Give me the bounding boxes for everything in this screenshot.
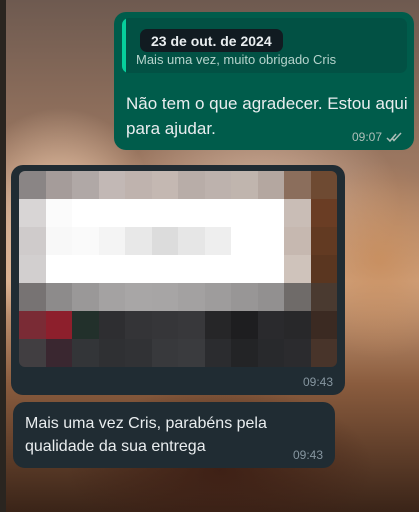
image-pixel-block xyxy=(178,339,205,367)
image-pixel-block xyxy=(231,283,258,311)
image-pixel-block xyxy=(45,199,72,227)
image-pixel-block xyxy=(45,171,72,199)
incoming-message-bubble[interactable]: Mais uma vez Cris, parabéns pela qualida… xyxy=(13,402,335,468)
image-pixel-block xyxy=(19,311,46,339)
incoming-image-bubble[interactable]: 09:43 xyxy=(11,165,345,395)
window-edge xyxy=(0,0,6,512)
message-time: 09:43 xyxy=(292,448,323,462)
image-pixel-block xyxy=(257,283,284,311)
image-pixel-block xyxy=(257,227,284,255)
image-pixel-block xyxy=(72,199,99,227)
image-pixel-block xyxy=(310,311,337,339)
image-pixel-block xyxy=(231,199,258,227)
image-pixel-block xyxy=(19,255,46,283)
image-pixel-block xyxy=(310,339,337,367)
image-pixel-block xyxy=(284,283,311,311)
image-pixel-block xyxy=(125,171,152,199)
image-pixel-block xyxy=(178,171,205,199)
image-pixel-block xyxy=(310,199,337,227)
image-pixel-block xyxy=(19,171,46,199)
image-pixel-block xyxy=(284,339,311,367)
image-pixel-block xyxy=(19,283,46,311)
image-pixel-block xyxy=(151,283,178,311)
image-pixel-block xyxy=(45,283,72,311)
image-pixel-block xyxy=(98,339,125,367)
image-pixel-block xyxy=(178,227,205,255)
image-pixel-block xyxy=(178,199,205,227)
image-pixel-block xyxy=(284,199,311,227)
image-pixel-block xyxy=(125,339,152,367)
image-pixel-block xyxy=(151,171,178,199)
image-pixel-block xyxy=(98,311,125,339)
image-pixel-block xyxy=(151,227,178,255)
image-pixel-block xyxy=(178,311,205,339)
image-pixel-block xyxy=(45,227,72,255)
image-pixel-block xyxy=(284,227,311,255)
image-pixel-block xyxy=(45,255,72,283)
message-meta: 09:43 xyxy=(303,375,333,389)
image-pixel-block xyxy=(125,255,152,283)
image-pixel-block xyxy=(257,255,284,283)
image-pixel-block xyxy=(72,255,99,283)
image-pixel-block xyxy=(72,227,99,255)
image-pixel-block xyxy=(204,199,231,227)
read-ticks-icon xyxy=(386,131,402,142)
image-pixel-block xyxy=(98,171,125,199)
image-pixel-block xyxy=(45,311,72,339)
message-meta: 09:43 xyxy=(293,448,323,462)
image-pixel-block xyxy=(125,199,152,227)
message-time: 09:07 xyxy=(351,130,382,144)
image-pixel-block xyxy=(284,255,311,283)
image-pixel-block xyxy=(151,199,178,227)
image-pixel-block xyxy=(204,255,231,283)
message-meta: 09:07 xyxy=(352,130,402,144)
image-pixel-block xyxy=(310,227,337,255)
image-pixel-block xyxy=(72,339,99,367)
image-pixel-block xyxy=(151,311,178,339)
image-pixel-block xyxy=(98,283,125,311)
image-pixel-block xyxy=(19,339,46,367)
image-pixel-block xyxy=(98,227,125,255)
image-pixel-block xyxy=(204,171,231,199)
image-pixel-block xyxy=(310,283,337,311)
image-pixel-block xyxy=(125,283,152,311)
image-pixel-block xyxy=(204,227,231,255)
image-pixel-block xyxy=(204,339,231,367)
image-pixel-block xyxy=(257,171,284,199)
image-pixel-block xyxy=(45,339,72,367)
image-pixel-block xyxy=(98,255,125,283)
image-pixel-block xyxy=(257,311,284,339)
image-pixel-block xyxy=(178,255,205,283)
image-pixel-block xyxy=(72,283,99,311)
quoted-message-text: Mais uma vez, muito obrigado Cris xyxy=(136,52,337,67)
pixelated-image[interactable] xyxy=(19,171,337,367)
image-pixel-block xyxy=(72,311,99,339)
date-separator: 23 de out. de 2024 xyxy=(140,29,283,52)
image-pixel-block xyxy=(98,199,125,227)
image-pixel-block xyxy=(310,171,337,199)
image-pixel-block xyxy=(178,283,205,311)
image-pixel-block xyxy=(151,339,178,367)
message-time: 09:43 xyxy=(302,375,333,389)
image-pixel-block xyxy=(204,283,231,311)
image-pixel-block xyxy=(151,255,178,283)
quote-accent-bar xyxy=(122,18,126,73)
image-pixel-block xyxy=(257,199,284,227)
message-text: Mais uma vez Cris, parabéns pela qualida… xyxy=(25,415,267,455)
image-pixel-block xyxy=(19,199,46,227)
image-pixel-block xyxy=(231,255,258,283)
image-pixel-block xyxy=(19,227,46,255)
image-pixel-block xyxy=(125,227,152,255)
image-pixel-block xyxy=(231,227,258,255)
image-pixel-block xyxy=(231,339,258,367)
image-pixel-block xyxy=(72,171,99,199)
image-pixel-block xyxy=(257,339,284,367)
image-pixel-block xyxy=(125,311,152,339)
image-pixel-block xyxy=(284,311,311,339)
image-pixel-block xyxy=(284,171,311,199)
image-pixel-block xyxy=(231,171,258,199)
image-pixel-block xyxy=(231,311,258,339)
image-pixel-block xyxy=(310,255,337,283)
image-pixel-block xyxy=(204,311,231,339)
